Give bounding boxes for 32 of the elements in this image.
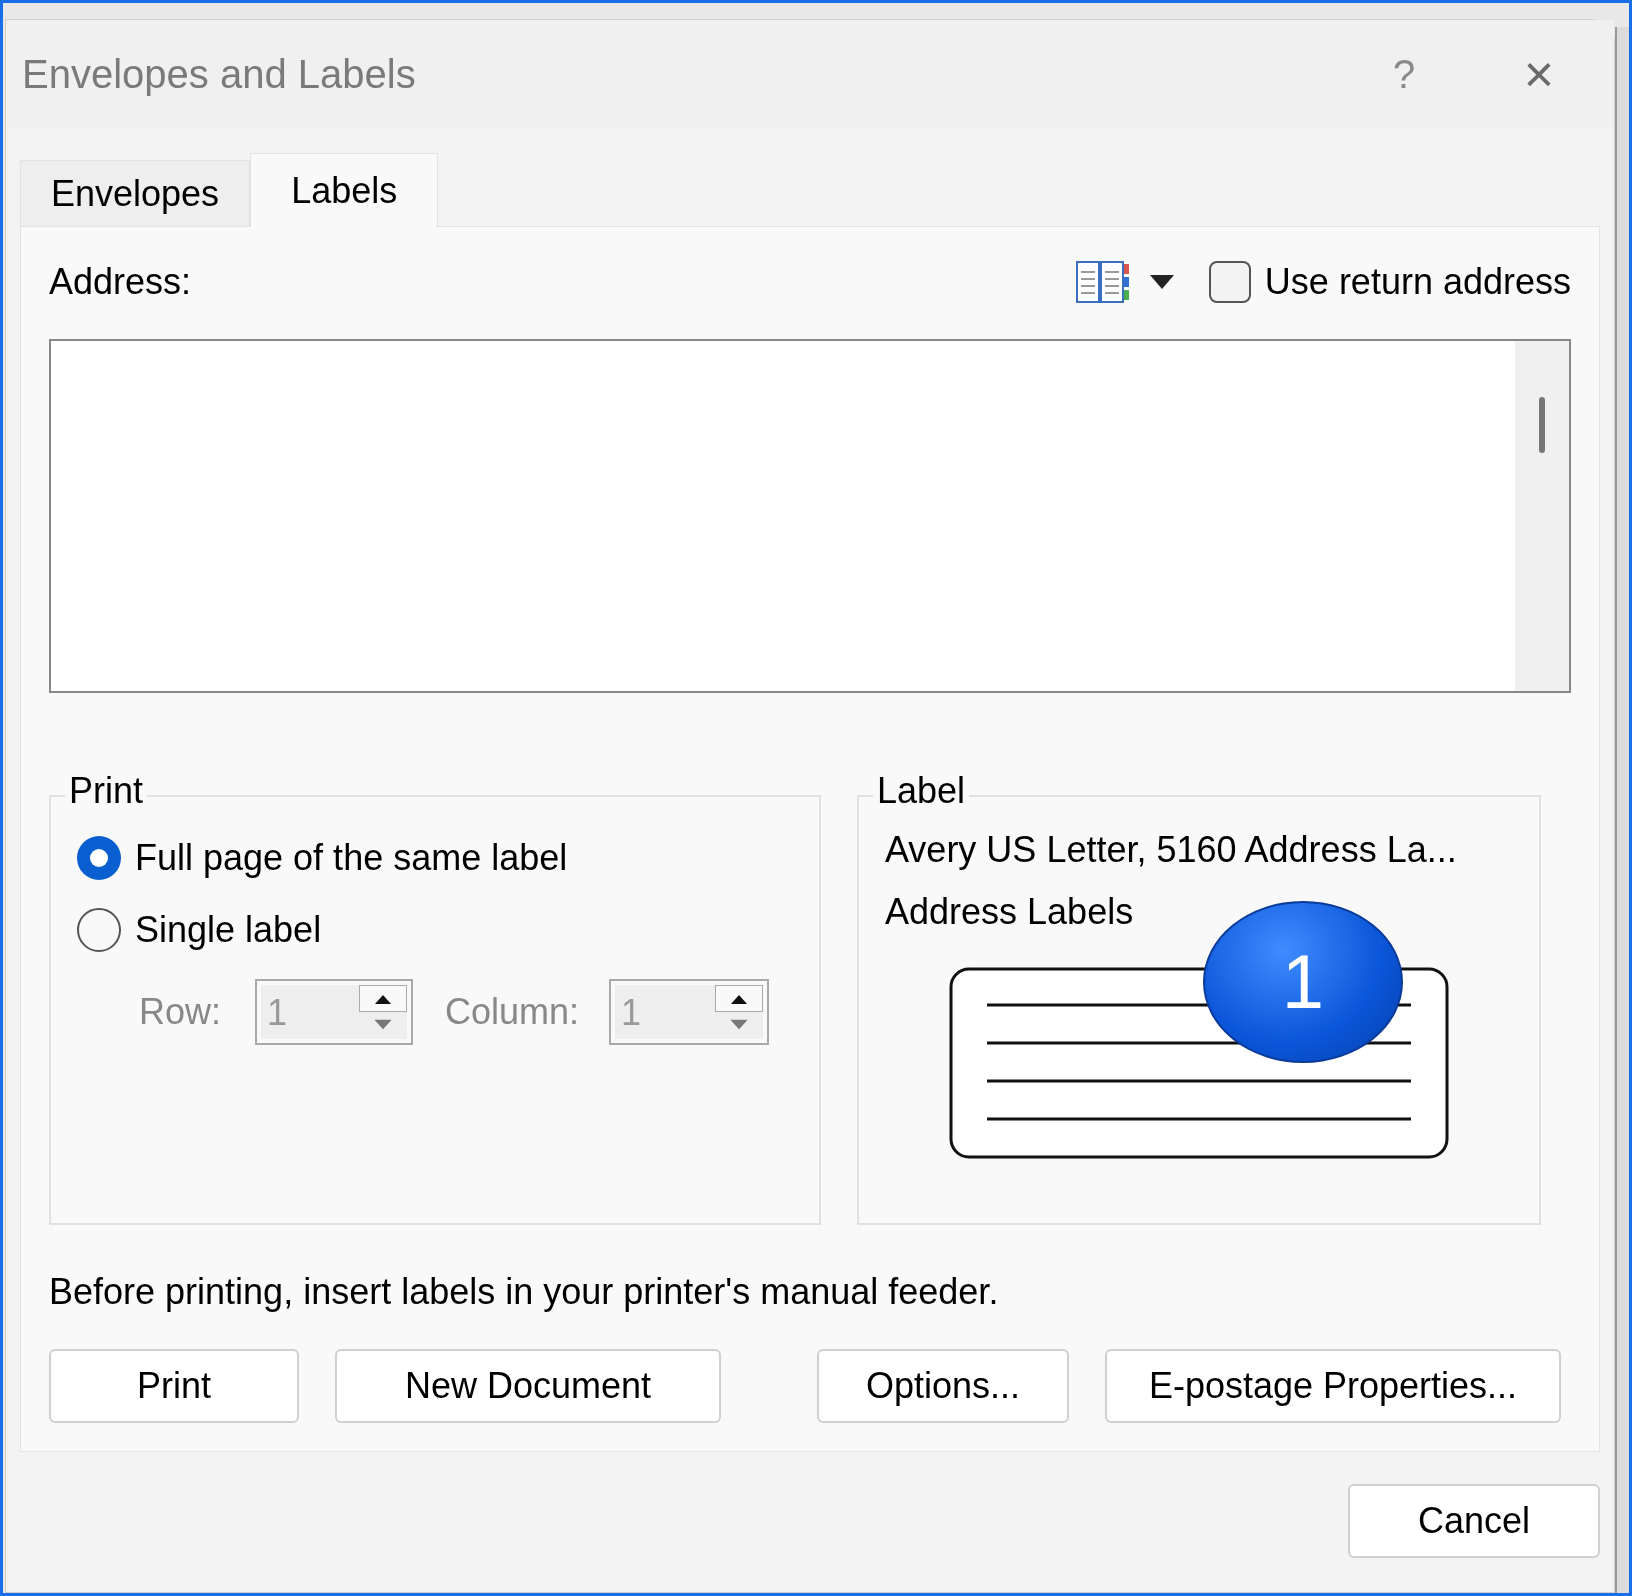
checkbox[interactable] — [1208, 261, 1251, 303]
dialog-button[interactable]: New Document — [335, 1349, 721, 1423]
address-input-field[interactable] — [49, 339, 1571, 693]
radio-button[interactable] — [77, 908, 121, 952]
cancel-button[interactable]: Cancel — [1348, 1484, 1600, 1558]
dialog-button[interactable]: Options... — [817, 1349, 1069, 1423]
tab[interactable]: Labels — [250, 153, 439, 227]
callout-badge: 1 — [1203, 901, 1403, 1063]
label-description: Address Labels — [885, 890, 1135, 934]
address-book-icon[interactable] — [1074, 260, 1131, 304]
radio-label[interactable]: Full page of the same label — [135, 831, 568, 885]
radio-button[interactable] — [77, 836, 121, 880]
spin-up-icon[interactable] — [715, 985, 764, 1013]
spin-down-icon[interactable] — [359, 1012, 408, 1039]
spin-up-icon[interactable] — [359, 985, 408, 1013]
row-label: Row: — [139, 990, 222, 1034]
checkbox-label[interactable]: Use return address — [1264, 255, 1571, 309]
tab[interactable]: Envelopes — [20, 160, 251, 226]
column-label: Column: — [445, 990, 580, 1034]
radio-label[interactable]: Single label — [135, 903, 322, 957]
dropdown-caret-icon[interactable] — [1148, 274, 1175, 290]
column-value: 1 — [615, 985, 716, 1039]
scrollbar[interactable] — [1515, 341, 1569, 691]
dialog-button[interactable]: Print — [49, 1349, 299, 1423]
row-value: 1 — [261, 985, 360, 1039]
window-title: Envelopes and Labels — [22, 51, 417, 98]
address-label: Address: — [49, 260, 193, 304]
dialog-button[interactable]: E-postage Properties... — [1105, 1349, 1561, 1423]
instruction-text: Before printing, insert labels in your printer's manual feeder. — [49, 1270, 1000, 1314]
label-description: Avery US Letter, 5160 Address La... — [885, 828, 1458, 872]
spin-down-icon[interactable] — [715, 1012, 764, 1039]
close-button[interactable]: × — [1504, 35, 1574, 113]
